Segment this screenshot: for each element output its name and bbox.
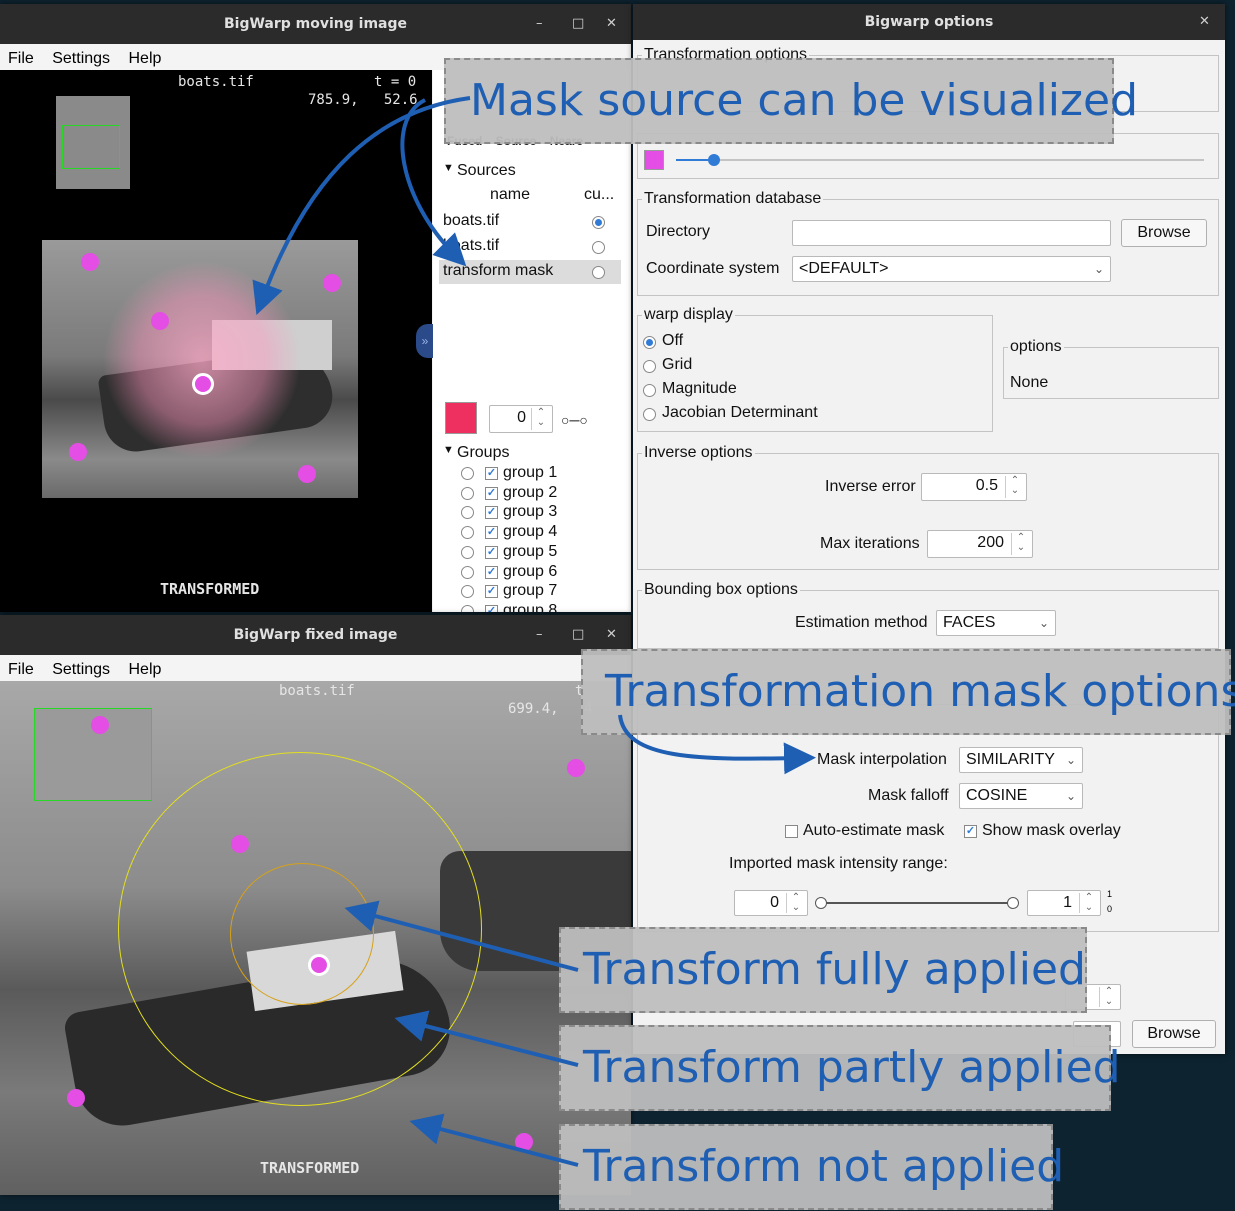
annotation-arrows <box>252 96 816 1167</box>
arrow-not <box>409 1113 579 1167</box>
arrow-to-mask-source <box>400 98 467 267</box>
arrow-to-mask-interpolation <box>618 714 816 775</box>
arrow-partly <box>394 1010 579 1067</box>
arrow-to-moving-overlay <box>252 96 471 316</box>
arrow-fully <box>344 900 579 972</box>
